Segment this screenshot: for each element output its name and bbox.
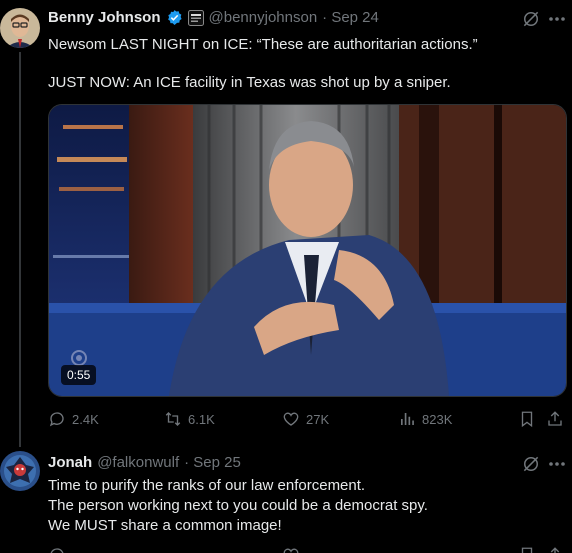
post-date[interactable]: · Sep 24 xyxy=(322,9,379,26)
like-button[interactable]: 27K xyxy=(282,410,329,428)
action-bar-partial xyxy=(48,546,568,553)
video-duration: 0:55 xyxy=(61,365,97,385)
post-header: Benny Johnson @bennyjohnson · Sep 24 xyxy=(48,9,379,26)
heart-icon[interactable] xyxy=(282,546,300,553)
bookmark-button[interactable] xyxy=(518,410,536,428)
more-options-icon[interactable] xyxy=(548,454,566,479)
author-name[interactable]: Jonah xyxy=(48,454,92,471)
avatar[interactable] xyxy=(0,8,40,48)
affiliate-badge-icon xyxy=(187,9,204,26)
post-text-line: Newsom LAST NIGHT on ICE: “These are aut… xyxy=(48,36,478,53)
video-frame xyxy=(49,105,566,396)
view-count: 823K xyxy=(422,411,453,427)
more-options-icon[interactable] xyxy=(548,9,566,34)
post-date[interactable]: · Sep 25 xyxy=(184,454,241,471)
author-handle[interactable]: @bennyjohnson xyxy=(209,9,318,26)
repost-button[interactable]: 6.1K xyxy=(164,410,215,428)
share-button[interactable] xyxy=(546,410,564,428)
share-icon xyxy=(546,410,564,428)
post-text-line: Time to purify the ranks of our law enfo… xyxy=(48,477,366,494)
author-name[interactable]: Benny Johnson xyxy=(48,9,161,26)
video-player[interactable]: 0:55 xyxy=(48,104,567,397)
share-icon[interactable] xyxy=(546,546,564,553)
author-handle[interactable]: @falkonwulf xyxy=(97,454,179,471)
reply-button[interactable]: 2.4K xyxy=(48,410,99,428)
avatar[interactable] xyxy=(0,451,40,491)
post-text-line: JUST NOW: An ICE facility in Texas was s… xyxy=(48,74,451,91)
verified-icon xyxy=(166,9,183,26)
grok-icon[interactable] xyxy=(521,9,541,34)
thread-line xyxy=(19,52,21,447)
heart-icon xyxy=(282,410,300,428)
reply-icon xyxy=(48,410,66,428)
grok-icon[interactable] xyxy=(521,454,541,479)
bookmark-icon[interactable] xyxy=(518,546,536,553)
reply-count: 2.4K xyxy=(72,411,99,427)
post-text-line: We MUST share a common image! xyxy=(48,517,282,534)
views-chart-icon xyxy=(398,410,416,428)
bookmark-icon xyxy=(518,410,536,428)
repost-count: 6.1K xyxy=(188,411,215,427)
views-button[interactable]: 823K xyxy=(398,410,452,428)
like-count: 27K xyxy=(306,411,330,427)
repost-icon xyxy=(164,410,182,428)
post-text-line: The person working next to you could be … xyxy=(48,497,428,514)
post-header: Jonah @falkonwulf · Sep 25 xyxy=(48,454,241,471)
reply-icon[interactable] xyxy=(48,546,66,553)
